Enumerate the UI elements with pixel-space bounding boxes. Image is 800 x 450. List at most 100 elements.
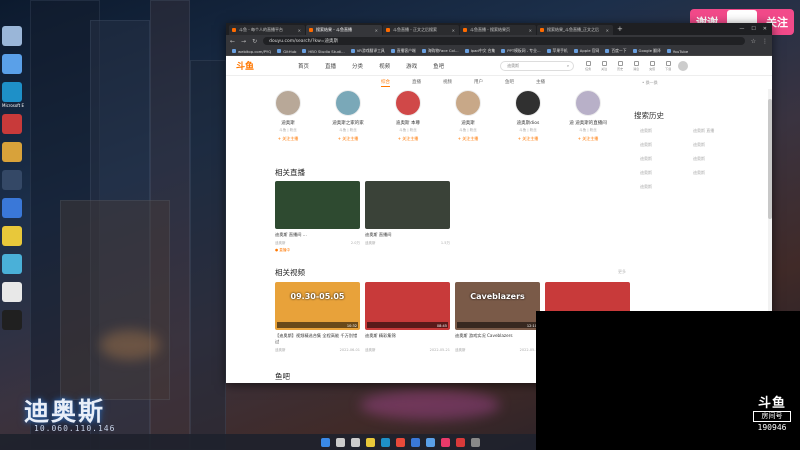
bookmark-item[interactable]: 苹果手机 [546,48,568,54]
video-thumbnail[interactable]: Caveblazers 12:10 [455,282,540,330]
filter-tab[interactable]: 鱼吧 [505,79,514,87]
search-icon[interactable]: ⌕ [567,63,569,68]
live-card[interactable]: 迪奥斯 直播间 迪奥斯 1.5万 [365,181,450,246]
filter-tab[interactable]: 视频 [443,79,452,87]
steam-icon[interactable] [2,170,22,190]
header-icon-button[interactable]: 历史 [616,60,624,71]
video-card[interactable]: Caveblazers 12:10 迪奥斯 游戏实况 Caveblazers 迪奥斯 2… [455,282,540,353]
mail-icon[interactable] [425,437,435,447]
follow-anchor-button[interactable]: + 关注主播 [268,136,308,142]
follow-anchor-button[interactable]: + 关注主播 [328,136,368,142]
app-icon-multi[interactable] [2,254,22,274]
site-nav-item[interactable]: 首页 [298,62,309,70]
browser-tab-5[interactable]: 搜索结果_斗鱼直播_正文之后 ✕ [537,25,613,35]
avatar[interactable] [678,60,689,71]
filter-tab[interactable]: 直播 [412,79,421,87]
video-thumbnail[interactable]: 08:45 [365,282,450,330]
task-view-icon[interactable] [350,437,360,447]
close-icon[interactable]: ✕ [763,26,767,32]
bookmark-item[interactable]: HBO Studio Studi... [302,49,345,54]
url-field[interactable]: douyu.com/search/?kw=迪奥斯 [263,37,745,45]
follow-anchor-button[interactable]: + 关注主播 [388,136,428,142]
search-history-item[interactable]: 迪奥斯 [640,142,693,148]
bookmark-item[interactable]: Ipad中文 合集 [464,48,495,54]
windows-start-icon[interactable] [320,437,330,447]
avatar[interactable] [455,90,481,116]
live-card[interactable]: 迪奥斯 直播间 ... 迪奥斯 2.0万 ● 直播中 [275,181,360,253]
video-more-link[interactable]: 更多 [618,269,626,275]
game-icon[interactable] [2,142,22,162]
live-thumbnail[interactable] [275,181,360,229]
search-history-item[interactable]: 迪奥斯 [693,170,746,176]
anchor-name[interactable]: 迪奥斯 本尊 [388,120,428,126]
video-card[interactable]: 08:45 迪奥斯 精彩集锦 迪奥斯 2022-05-21 [365,282,450,353]
music-icon[interactable] [440,437,450,447]
site-search-input[interactable]: 迪奥斯 ⌕ [500,60,575,71]
back-icon[interactable]: ← [230,38,235,45]
site-nav-item[interactable]: 分类 [352,62,363,70]
tab-close-icon[interactable]: ✕ [452,28,455,33]
app-icon-blue[interactable] [2,198,22,218]
tab-close-icon[interactable]: ✕ [375,28,378,33]
anchor-card[interactable]: 迪奥斯 斗鱼 | 粉丝 + 关注主播 [268,90,308,142]
anchor-card[interactable]: 迪奥斯dios 斗鱼 | 粉丝 + 关注主播 [508,90,548,142]
douyu-logo[interactable]: 斗鱼 [236,59,254,72]
filter-tab[interactable]: 综合 [381,79,390,87]
anchor-name[interactable]: 迪奥斯 [268,120,308,126]
site-nav-item[interactable]: 鱼吧 [433,62,444,70]
document-icon[interactable] [2,282,22,302]
monitor-icon[interactable] [2,54,22,74]
anchor-name[interactable]: 迪奥斯dios [508,120,548,126]
search-icon[interactable] [335,437,345,447]
filter-tab[interactable]: 用户 [474,79,483,87]
forward-icon[interactable]: → [241,38,246,45]
bookmark-item[interactable]: Apple 官网 [573,48,599,54]
bookmark-item[interactable]: webitop.com/PYQ [232,49,271,54]
header-icon-button[interactable]: 充值 [648,60,656,71]
avatar[interactable] [395,90,421,116]
star-icon[interactable]: ☆ [751,38,756,45]
tab-close-icon[interactable]: ✕ [606,28,609,33]
bookmark-item[interactable]: 海购物Face Col... [421,48,459,54]
anchor-name[interactable]: 迪奥斯之家的家 [328,120,368,126]
header-icon-button[interactable]: 任务 [584,60,592,71]
header-icon-button[interactable]: 消息 [632,60,640,71]
anchor-card[interactable]: 迪奥斯 斗鱼 | 粉丝 + 关注主播 [448,90,488,142]
search-history-item[interactable]: 迪奥斯 直播 [693,128,746,134]
browser-tab-2[interactable]: 搜索结果 - 斗鱼直播 ✕ [306,25,382,35]
browser-tab-3[interactable]: 斗鱼直播 - 正文之后搜索 ✕ [383,25,459,35]
follow-anchor-button[interactable]: + 关注主播 [568,136,608,142]
anchor-card[interactable]: 迪奥斯之家的家 斗鱼 | 粉丝 + 关注主播 [328,90,368,142]
follow-anchor-button[interactable]: + 关注主播 [448,136,488,142]
reload-icon[interactable]: ↻ [252,38,257,45]
bookmark-item[interactable]: VR游戏翻译工具 [350,48,385,54]
video-card-title[interactable]: 迪奥斯 游戏实况 Caveblazers [455,333,540,346]
recycle-bin-icon[interactable] [2,26,22,46]
anchor-card[interactable]: 迪 迪奥斯的直播间 斗鱼 | 粉丝 + 关注主播 [568,90,608,142]
header-icon-button[interactable]: 下载 [664,60,672,71]
video-card-title[interactable]: 【迪奥斯】视频精选合集 全程高能 千万别错过 [275,333,360,346]
bookmark-item[interactable]: 直播客户端 [390,48,416,54]
search-history-item[interactable]: 迪奥斯 [693,142,746,148]
anchor-name[interactable]: 迪奥斯 [448,120,488,126]
file-explorer-icon[interactable] [365,437,375,447]
search-history-item[interactable]: 迪奥斯 [693,156,746,162]
bookmark-item[interactable]: Google 翻译 [632,48,661,54]
live-thumbnail[interactable] [365,181,450,229]
avatar[interactable] [515,90,541,116]
chrome-icon[interactable] [395,437,405,447]
bookmark-item[interactable]: 百度一下 [605,48,627,54]
bookmark-item[interactable]: GitHub [277,49,296,54]
search-history-item[interactable]: 迪奥斯 [640,128,693,134]
site-nav-item[interactable]: 直播 [325,62,336,70]
site-nav-item[interactable]: 视频 [379,62,390,70]
browser-tab-1[interactable]: 斗鱼 - 每个人的直播平台 ✕ [229,25,305,35]
avatar[interactable] [335,90,361,116]
edge-icon[interactable] [380,437,390,447]
tab-close-icon[interactable]: ✕ [298,28,301,33]
bookmark-item[interactable]: YouTube [666,49,688,54]
minimize-icon[interactable]: — [739,26,744,32]
edge-icon[interactable] [2,82,22,102]
follow-anchor-button[interactable]: + 关注主播 [508,136,548,142]
media-icon[interactable] [2,114,22,134]
